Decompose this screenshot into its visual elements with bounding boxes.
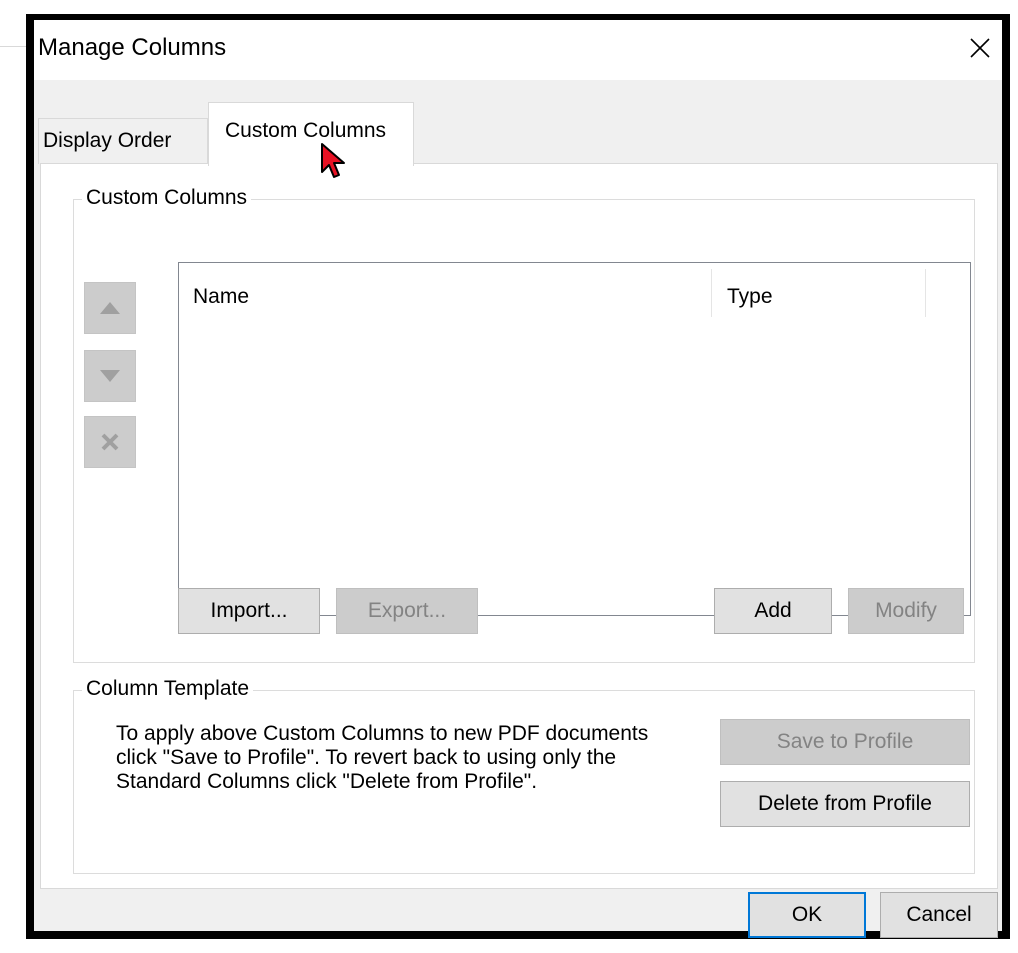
triangle-down-icon (100, 370, 120, 382)
close-button[interactable] (960, 26, 1000, 70)
custom-columns-group: Custom Columns Name Type Import... Expor… (73, 186, 975, 663)
column-header-type[interactable]: Type (727, 285, 773, 309)
custom-columns-list[interactable]: Name Type (178, 262, 971, 616)
close-icon (970, 38, 990, 58)
template-description: To apply above Custom Columns to new PDF… (116, 722, 649, 793)
tab-custom-columns[interactable]: Custom Columns (208, 102, 414, 166)
move-down-button[interactable] (84, 350, 136, 402)
dialog-title: Manage Columns (38, 34, 227, 61)
export-button[interactable]: Export... (336, 588, 478, 634)
group-label: Custom Columns (82, 186, 252, 210)
column-template-group: Column Template To apply above Custom Co… (73, 677, 975, 874)
move-up-button[interactable] (84, 282, 136, 334)
column-divider[interactable] (711, 269, 712, 317)
save-to-profile-button[interactable]: Save to Profile (720, 719, 970, 765)
triangle-up-icon (100, 302, 120, 314)
tab-label: Display Order (43, 129, 172, 152)
delete-column-button[interactable] (84, 416, 136, 468)
title-bar: Manage Columns (34, 20, 1002, 80)
tab-display-order[interactable]: Display Order (38, 118, 208, 164)
add-button[interactable]: Add (714, 588, 832, 634)
import-button[interactable]: Import... (178, 588, 320, 634)
x-icon (101, 433, 119, 451)
group-label: Column Template (82, 677, 254, 701)
tab-panel-custom-columns: Custom Columns Name Type Import... Expor… (40, 163, 998, 889)
cancel-button[interactable]: Cancel (880, 892, 998, 938)
column-divider[interactable] (925, 269, 926, 317)
delete-from-profile-button[interactable]: Delete from Profile (720, 781, 970, 827)
mouse-cursor-icon (321, 143, 345, 178)
tab-label: Custom Columns (225, 119, 387, 142)
modify-button[interactable]: Modify (848, 588, 964, 634)
column-header-name[interactable]: Name (193, 285, 249, 309)
manage-columns-dialog: Manage Columns Display Order Custom Colu… (26, 14, 1010, 939)
ok-button[interactable]: OK (748, 892, 866, 938)
list-header: Name Type (179, 263, 970, 317)
